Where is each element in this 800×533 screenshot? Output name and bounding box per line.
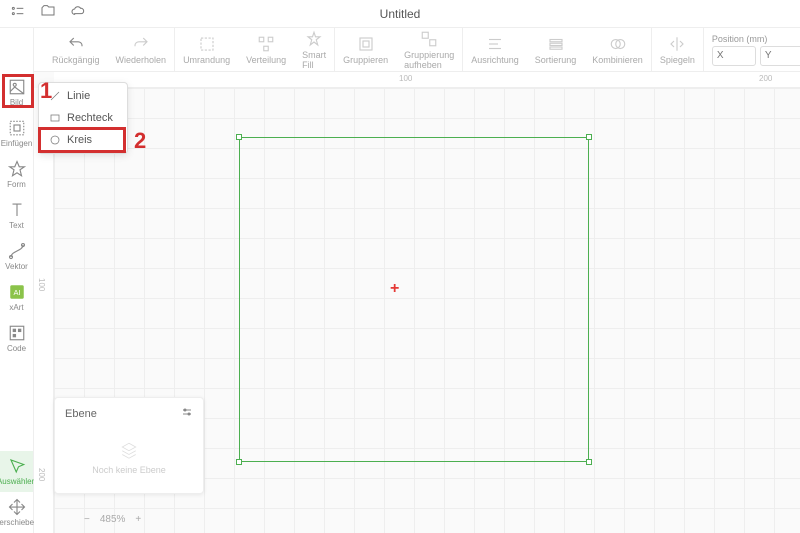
document-title: Untitled — [380, 7, 421, 21]
sidebar-form[interactable]: Form — [0, 154, 33, 195]
sidebar-verschieben[interactable]: Verschieben — [0, 492, 33, 533]
sidebar-xart[interactable]: AIxArt — [0, 277, 33, 318]
sort-button[interactable]: Sortierung — [527, 28, 585, 71]
svg-text:AI: AI — [13, 288, 20, 297]
zoom-control[interactable]: − 485% + — [84, 514, 141, 525]
menu-kreis[interactable]: Kreis — [39, 129, 127, 151]
layer-panel[interactable]: Ebene Noch keine Ebene — [54, 397, 204, 494]
position-group: Position (mm) — [712, 34, 800, 66]
ruler-horizontal: 100 200 — [54, 72, 800, 88]
layer-settings-icon[interactable] — [181, 406, 193, 421]
ungroup-button[interactable]: Gruppierung aufheben — [396, 28, 463, 71]
sidebar-einfuegen[interactable]: Einfügen — [0, 113, 33, 154]
titlebar: Untitled — [0, 0, 800, 28]
distribute-button[interactable]: Verteilung — [238, 28, 294, 71]
zoom-value: 485% — [100, 514, 126, 525]
layer-empty: Noch keine Ebene — [65, 431, 193, 485]
mirror-button[interactable]: Spiegeln — [652, 28, 704, 71]
selection-rect[interactable] — [239, 137, 589, 462]
sidebar-code[interactable]: Code — [0, 318, 33, 359]
position-label: Position (mm) — [712, 34, 800, 44]
zoom-in-icon[interactable]: + — [135, 514, 141, 525]
redo-button[interactable]: Wiederholen — [108, 28, 176, 71]
sidebar-auswaehlen[interactable]: Auswählen — [0, 451, 33, 492]
sidebar-bild[interactable]: Bild — [0, 72, 33, 113]
layer-title: Ebene — [65, 408, 97, 420]
align-button[interactable]: Ausrichtung — [463, 28, 527, 71]
position-x-input[interactable] — [712, 46, 756, 66]
smartfill-button[interactable]: Smart Fill — [294, 28, 335, 71]
center-crosshair: + — [390, 280, 399, 298]
group-button[interactable]: Gruppieren — [335, 28, 396, 71]
toolbar: Rückgängig Wiederholen Umrandung Verteil… — [0, 28, 800, 72]
folder-icon[interactable] — [40, 3, 56, 24]
menu-icon[interactable] — [10, 3, 26, 24]
combine-button[interactable]: Kombinieren — [584, 28, 652, 71]
sidebar: Bild Einfügen Form Text Vektor AIxArt Co… — [0, 28, 34, 533]
sidebar-text[interactable]: Text — [0, 195, 33, 236]
zoom-out-icon[interactable]: − — [84, 514, 90, 525]
outline-button[interactable]: Umrandung — [175, 28, 238, 71]
ruler-vertical: 100 200 — [34, 88, 54, 533]
cloud-icon[interactable] — [70, 3, 86, 24]
menu-rechteck[interactable]: Rechteck — [39, 107, 127, 129]
canvas[interactable]: 100 200 100 200 + Ebene Noch keine Ebene… — [34, 72, 800, 533]
annotation-num-1: 1 — [40, 78, 52, 104]
annotation-num-2: 2 — [134, 128, 146, 154]
undo-button[interactable]: Rückgängig — [44, 28, 108, 71]
position-y-input[interactable] — [760, 46, 800, 66]
sidebar-vektor[interactable]: Vektor — [0, 236, 33, 277]
